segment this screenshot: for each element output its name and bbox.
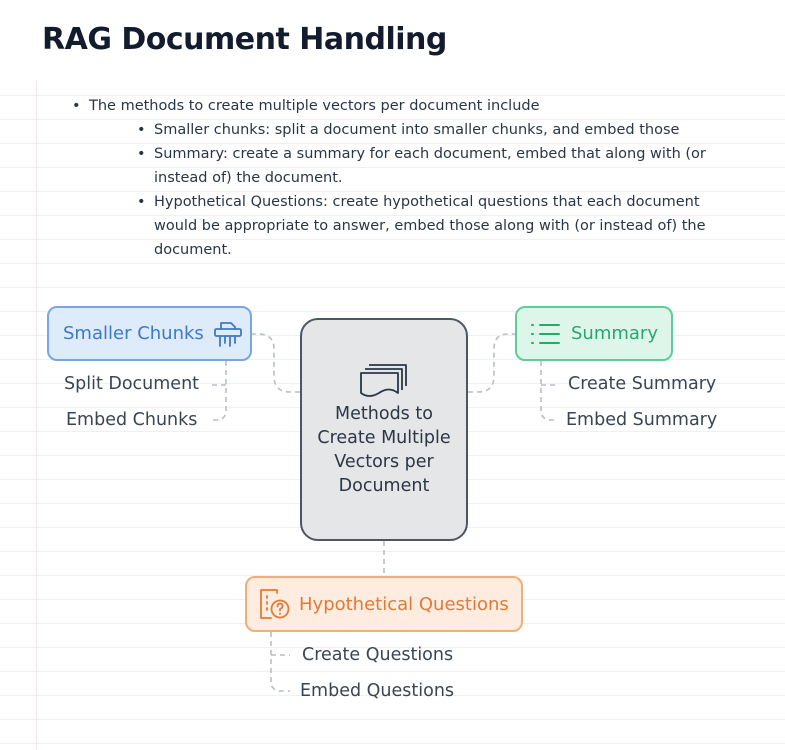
question-document-icon xyxy=(257,587,291,621)
node-smaller-chunks: Smaller Chunks xyxy=(47,306,252,361)
node-hypothetical-questions: Hypothetical Questions xyxy=(245,576,523,632)
node-hypothetical-questions-label: Hypothetical Questions xyxy=(299,593,509,615)
leaf-create-summary: Create Summary xyxy=(568,374,717,394)
connector-questions-leaves xyxy=(270,632,290,692)
connector-center-summary xyxy=(468,333,515,393)
leaf-split-document: Split Document xyxy=(64,374,200,394)
node-center: Methods to Create Multiple Vectors per D… xyxy=(300,318,468,541)
connector-chunks-leaves xyxy=(210,361,227,421)
list-icon xyxy=(529,321,561,347)
node-summary-label: Summary xyxy=(571,323,658,344)
leaf-create-questions: Create Questions xyxy=(302,645,454,665)
document-stack-icon xyxy=(359,362,409,398)
node-smaller-chunks-label: Smaller Chunks xyxy=(63,323,204,344)
node-center-label: Methods to Create Multiple Vectors per D… xyxy=(317,403,451,496)
node-summary: Summary xyxy=(515,306,673,361)
leaf-embed-summary: Embed Summary xyxy=(566,410,718,430)
leaf-embed-questions: Embed Questions xyxy=(300,681,455,701)
shredder-icon xyxy=(212,320,244,348)
leaf-embed-chunks: Embed Chunks xyxy=(66,410,198,430)
connector-center-chunks xyxy=(252,333,300,393)
connector-summary-leaves xyxy=(540,361,557,421)
